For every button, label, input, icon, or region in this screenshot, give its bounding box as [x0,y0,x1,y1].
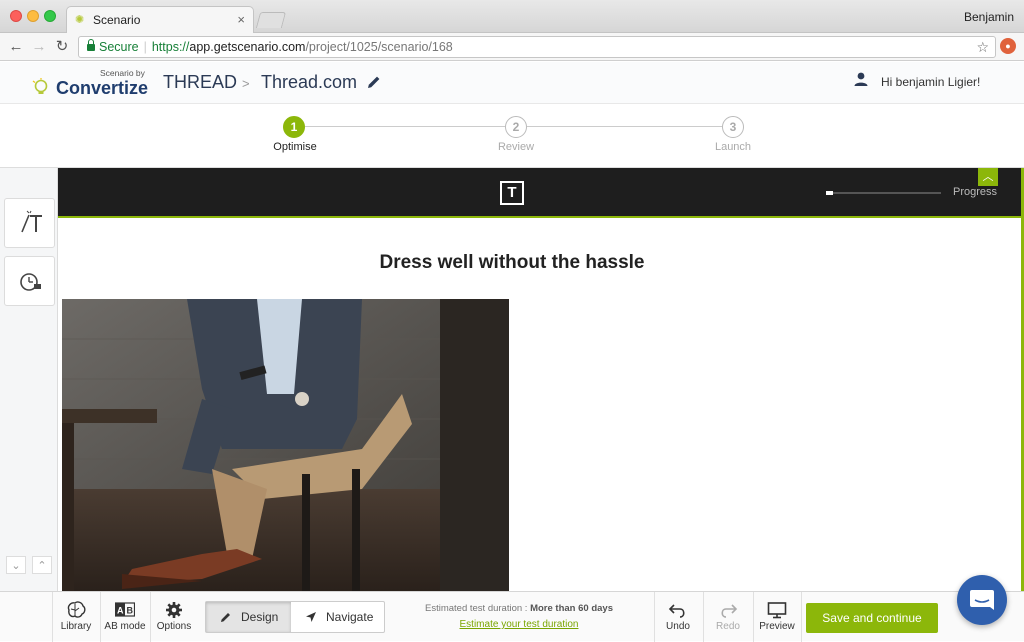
chat-icon [970,590,994,610]
browser-tab[interactable]: ✺ Scenario × [66,6,254,33]
redo-icon [721,604,738,618]
tab-title: Scenario [93,13,141,27]
preview-button[interactable]: Preview [754,592,800,642]
toolbar-divider [801,592,802,642]
forward-arrow-icon[interactable]: → [29,37,49,57]
lightbulb-icon [32,78,48,94]
secure-label: Secure [99,40,139,54]
logo-wordmark: Convertize [56,78,149,98]
pencil-icon [221,613,230,622]
chat-support-button[interactable] [957,575,1007,625]
estimate-duration-link[interactable]: Estimate your test duration [400,619,638,630]
undo-label: Undo [666,621,690,632]
redo-label: Redo [716,621,740,632]
new-tab-button[interactable] [255,12,287,28]
save-and-continue-button[interactable]: Save and continue [806,603,938,633]
undo-button[interactable]: Undo [655,592,701,642]
close-window-button[interactable] [10,10,22,22]
monitor-icon [767,602,787,619]
design-mode-button[interactable]: Design [206,602,291,632]
user-icon [854,72,868,86]
chevron-up-icon[interactable]: ⌃ [32,556,52,574]
url-host: app.getscenario.com [189,40,306,54]
location-arrow-icon [306,612,316,622]
step-1-number[interactable]: 1 [283,116,305,138]
collapse-chevron-up-icon[interactable]: ︿ [978,168,998,186]
breadcrumb-scenario: Thread.com [261,72,358,92]
progress-label: Progress [953,186,998,198]
ab-mode-button[interactable]: A B AB mode [101,592,149,642]
step-3-number[interactable]: 3 [722,116,744,138]
step-2-label[interactable]: Review [476,141,556,153]
page-headline[interactable]: Dress well without the hassle [58,252,966,274]
pencil-edit-icon[interactable] [366,74,382,90]
address-bar[interactable]: Secure | https://app.getscenario.com/proje… [78,36,996,58]
user-greeting[interactable]: Hi benjamin Ligier! [881,75,980,89]
options-button[interactable]: Options [151,592,197,642]
progress-track [826,191,941,195]
lock-icon [87,39,95,51]
options-label: Options [156,621,192,632]
left-tool-rail [0,168,58,591]
site-header-bar: T Progress ︿ [58,168,1021,218]
maximize-window-button[interactable] [44,10,56,22]
minimize-window-button[interactable] [27,10,39,22]
chevron-down-icon[interactable]: ⌄ [6,556,26,574]
progress-fill [826,191,833,195]
url-scheme: https:// [151,40,190,54]
tab-close-icon[interactable]: × [237,7,245,33]
bottom-toolbar: Library A B AB mode Options Design Navig… [0,591,1024,642]
scenario-favicon-icon: ✺ [75,14,85,26]
step-connector [305,126,505,127]
duration-prefix: Estimated test duration : [425,603,531,614]
navigate-mode-button[interactable]: Navigate [291,602,384,632]
breadcrumb-project[interactable]: THREAD [163,72,237,93]
library-label: Library [60,621,92,632]
mode-toggle: Design Navigate [205,601,385,633]
site-preview[interactable]: T Progress ︿ Dress well without the hass… [58,168,1024,591]
progress-stepper: 1 Optimise 2 Review 3 Launch [0,104,1024,168]
svg-text:B: B [127,606,134,616]
undo-icon [668,604,685,618]
timer-tool-button[interactable] [4,256,55,306]
text-tool-button[interactable] [4,198,55,248]
ab-icon: A B [115,602,135,617]
convertize-logo[interactable]: Scenario by Convertize [32,68,152,100]
step-3-label[interactable]: Launch [693,141,773,153]
step-connector [527,126,722,127]
browser-toolbar: ← → ↻ Secure | https://app.getscenario.com… [0,33,1024,61]
breadcrumb-separator: > [242,76,250,91]
preview-label: Preview [759,621,795,632]
text-magic-icon [21,210,42,233]
url-path: /project/1025/scenario/168 [305,40,453,54]
hero-image[interactable] [62,299,509,591]
ab-mode-label: AB mode [104,621,146,632]
logo-tagline: Scenario by [100,68,145,78]
clock-delivery-icon [20,273,41,291]
brain-icon [67,601,86,618]
extension-icon[interactable]: ● [1000,38,1016,54]
back-arrow-icon[interactable]: ← [6,37,26,57]
gear-icon [166,602,182,618]
navigate-label: Navigate [326,610,374,624]
reload-icon[interactable]: ↻ [52,37,72,57]
site-logo[interactable]: T [500,181,524,205]
library-button[interactable]: Library [53,592,99,642]
profile-name[interactable]: Benjamin [964,10,1014,24]
duration-value: More than 60 days [530,603,613,614]
bookmark-star-icon[interactable]: ☆ [976,37,989,57]
svg-text:A: A [117,606,124,616]
app-header: Scenario by Convertize THREAD > Thread.c… [0,62,1024,104]
step-1-label[interactable]: Optimise [255,141,335,153]
design-label: Design [241,610,279,624]
redo-button[interactable]: Redo [704,592,752,642]
estimated-duration: Estimated test duration : More than 60 d… [400,603,638,614]
step-2-number[interactable]: 2 [505,116,527,138]
browser-titlebar: ✺ Scenario × Benjamin [0,0,1024,33]
